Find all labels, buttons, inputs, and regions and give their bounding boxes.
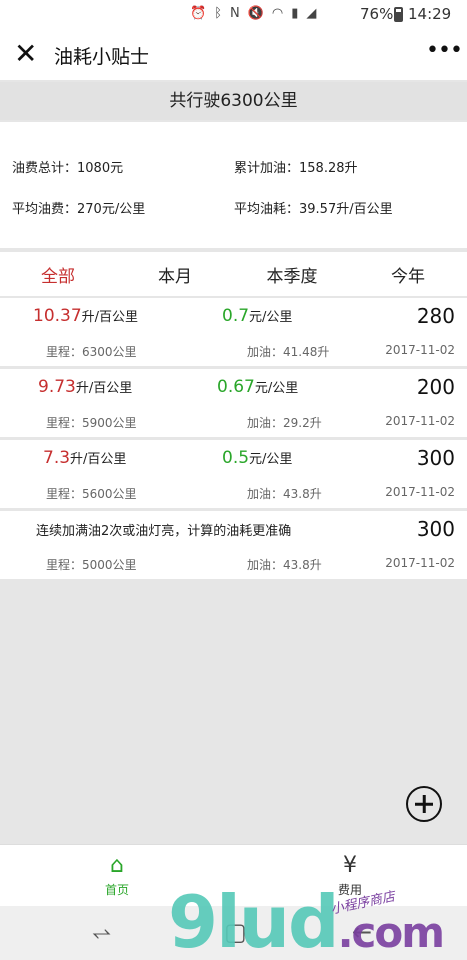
fuel-cost-total: 油费总计：1080元	[12, 161, 124, 176]
accuracy-tip: 连续加满油2次或油灯亮，计算的油耗更准确	[36, 524, 292, 539]
status-bar: ⏰ ᛒ N 🔇 ◠ ▮ ◢ 76% 14:29	[0, 0, 467, 30]
status-icons: ⏰ ᛒ N 🔇 ◠ ▮ ◢	[190, 6, 316, 21]
period-tabs: 全部 本月 本季度 今年	[0, 252, 467, 296]
page-title: 油耗小贴士	[54, 46, 150, 68]
status-time: 14:29	[408, 5, 452, 23]
watermark: 9lud.com	[168, 880, 445, 960]
record-date: 2017-11-02	[385, 343, 455, 357]
fuel-added-total: 累计加油：158.28升	[234, 161, 358, 176]
yen-icon: ¥	[343, 853, 357, 878]
fuel-amount: 200	[416, 375, 455, 399]
add-record-button[interactable]	[406, 786, 442, 822]
stats-panel: 油费总计：1080元 累计加油：158.28升 平均油费：270元/公里 平均油…	[0, 122, 467, 248]
record-date: 2017-11-02	[385, 556, 455, 570]
mileage: 里程：5600公里	[46, 487, 137, 501]
tab-quarter[interactable]: 本季度	[252, 262, 332, 287]
average-cost: 平均油费：270元/公里	[12, 202, 146, 217]
record-date: 2017-11-02	[385, 485, 455, 499]
mileage: 里程：5000公里	[46, 558, 137, 572]
tab-all[interactable]: 全部	[18, 262, 98, 287]
nfc-icon: N	[230, 6, 240, 21]
fuel-amount: 300	[416, 446, 455, 470]
nav-bar: ✕ 油耗小贴士 •••	[0, 30, 467, 80]
sim-icon: ▮	[291, 6, 299, 21]
battery-percentage: 76%	[360, 5, 394, 23]
average-consumption: 平均油耗：39.57升/百公里	[234, 202, 393, 217]
home-icon: ⌂	[110, 853, 124, 878]
record-item[interactable]: 连续加满油2次或油灯亮，计算的油耗更准确 300 里程：5000公里 加油：43…	[0, 511, 467, 579]
record-item[interactable]: 9.73升/百公里 0.67元/公里 200 里程：5900公里 加油：29.2…	[0, 369, 467, 437]
fuel-amount: 300	[416, 517, 455, 541]
wifi-icon: ◠	[271, 6, 284, 21]
fuel-added: 加油：43.8升	[247, 558, 322, 572]
consumption-value: 10.37升/百公里	[33, 306, 139, 326]
cost-per-km: 0.67元/公里	[217, 377, 299, 397]
tab-month[interactable]: 本月	[135, 262, 215, 287]
bluetooth-icon: ᛒ	[214, 6, 222, 21]
record-item[interactable]: 7.3升/百公里 0.5元/公里 300 里程：5600公里 加油：43.8升 …	[0, 440, 467, 508]
cost-per-km: 0.7元/公里	[222, 306, 293, 326]
mileage: 里程：6300公里	[46, 345, 137, 359]
fuel-added: 加油：41.48升	[247, 345, 330, 359]
record-date: 2017-11-02	[385, 414, 455, 428]
mute-icon: 🔇	[247, 6, 264, 21]
nav-home-label: 首页	[104, 883, 129, 897]
nav-home[interactable]: ⌂ 首页	[67, 853, 167, 898]
mileage: 里程：5900公里	[46, 416, 137, 430]
alarm-icon: ⏰	[190, 6, 207, 21]
fuel-added: 加油：29.2升	[247, 416, 322, 430]
fuel-amount: 280	[416, 304, 455, 328]
cost-per-km: 0.5元/公里	[222, 448, 293, 468]
more-options-icon[interactable]: •••	[426, 38, 463, 63]
battery-icon	[394, 7, 403, 22]
fuel-added: 加油：43.8升	[247, 487, 322, 501]
consumption-value: 7.3升/百公里	[43, 448, 127, 468]
record-item[interactable]: 10.37升/百公里 0.7元/公里 280 里程：6300公里 加油：41.4…	[0, 298, 467, 366]
total-distance-banner: 共行驶6300公里	[0, 82, 467, 120]
close-icon[interactable]: ✕	[14, 39, 37, 69]
signal-icon: ◢	[306, 6, 317, 21]
recent-apps-icon[interactable]: ⥋	[92, 918, 111, 946]
tab-year[interactable]: 今年	[368, 262, 448, 287]
consumption-value: 9.73升/百公里	[38, 377, 133, 397]
